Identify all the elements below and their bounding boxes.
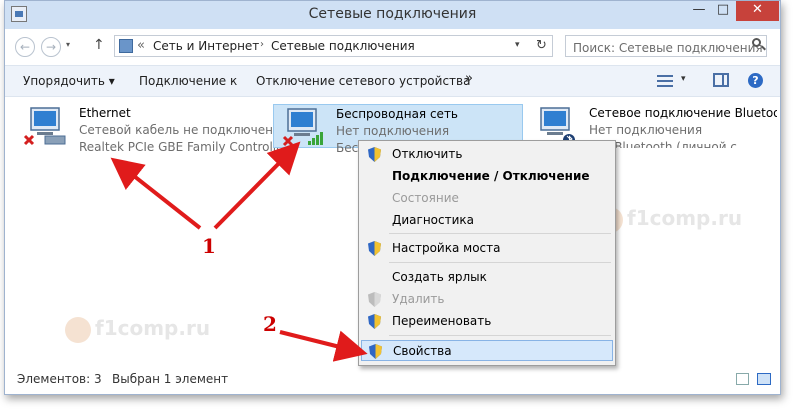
navigation-bar: ← → ▾ ↑ « Сеть и Интернет › Сетевые подк…	[5, 32, 780, 62]
details-view-icon[interactable]	[736, 373, 749, 385]
menu-item-rename[interactable]: Переименовать	[361, 311, 613, 332]
control-panel-icon	[119, 39, 133, 53]
connection-ethernet[interactable]: Ethernet Сетевой кабель не подключен Rea…	[17, 104, 288, 154]
menu-separator	[389, 335, 611, 336]
watermark-text: f1comp.ru	[627, 206, 743, 230]
menu-item-label: Состояние	[392, 191, 459, 205]
menu-item-label: Удалить	[392, 292, 445, 306]
command-bar: Упорядочить ▾ Подключение к Отключение с…	[5, 65, 780, 97]
watermark: f1comp.ru	[597, 206, 742, 233]
menu-item-status[interactable]: Состояние	[361, 188, 613, 209]
menu-item-delete[interactable]: Удалить	[361, 289, 613, 310]
menu-separator	[389, 233, 611, 234]
address-dropdown-icon[interactable]: ▾	[515, 40, 520, 50]
up-button[interactable]: ↑	[93, 37, 105, 53]
connection-status: Нет подключения	[589, 123, 703, 137]
organize-button[interactable]: Упорядочить ▾	[23, 74, 115, 88]
menu-item-label: Подключение / Отключение	[392, 169, 590, 183]
breadcrumb-network-connections[interactable]: Сетевые подключения	[271, 39, 415, 53]
uac-shield-icon	[369, 344, 382, 359]
uac-shield-icon	[368, 241, 381, 256]
search-icon[interactable]	[752, 38, 761, 47]
window-title: Сетевые подключения	[308, 6, 477, 22]
menu-item-label: Создать ярлык	[392, 270, 487, 284]
menu-item-properties[interactable]: Свойства	[361, 340, 613, 361]
recent-locations-button[interactable]: ▾	[66, 40, 70, 49]
help-icon[interactable]: ?	[748, 73, 763, 88]
callout-number-1: 1	[202, 234, 216, 258]
context-menu: Отключить Подключение / Отключение Состо…	[358, 140, 616, 366]
maximize-button[interactable]: □	[711, 1, 735, 21]
watermark: f1comp.ru	[65, 316, 210, 343]
selected-count: Выбран 1 элемент	[112, 372, 229, 386]
title-bar[interactable]: Сетевые подключения — □ ✕	[5, 1, 780, 29]
minimize-button[interactable]: —	[687, 1, 711, 21]
disable-device-button[interactable]: Отключение сетевого устройства	[256, 74, 470, 88]
uac-shield-icon	[368, 292, 381, 307]
connection-name: Ethernet	[79, 106, 131, 120]
address-overflow[interactable]: «	[137, 38, 145, 53]
refresh-icon[interactable]: ↻	[536, 38, 547, 53]
menu-item-label: Отключить	[392, 147, 463, 161]
menu-item-create-shortcut[interactable]: Создать ярлык	[361, 267, 613, 288]
menu-item-disable[interactable]: Отключить	[361, 144, 613, 165]
connect-to-button[interactable]: Подключение к	[139, 74, 237, 88]
address-bar[interactable]: « Сеть и Интернет › Сетевые подключения …	[114, 35, 553, 57]
search-input[interactable]	[565, 35, 767, 57]
item-count: Элементов: 3	[17, 372, 102, 386]
connection-status: Нет подключения	[336, 124, 450, 138]
menu-item-label: Диагностика	[392, 213, 475, 227]
view-options-icon[interactable]	[657, 74, 673, 88]
back-button[interactable]: ←	[15, 37, 35, 57]
large-icons-view-icon[interactable]	[757, 373, 771, 385]
menu-item-connect-disconnect[interactable]: Подключение / Отключение	[361, 166, 613, 187]
connection-device: Realtek PCIe GBE Family Controller	[79, 140, 289, 154]
uac-shield-icon	[368, 147, 381, 162]
watermark-logo-icon	[65, 316, 91, 343]
watermark-text: f1comp.ru	[95, 316, 211, 340]
close-button[interactable]: ✕	[736, 1, 779, 21]
connection-name: Сетевое подключение Bluetooth	[589, 106, 777, 120]
status-bar: Элементов: 3 Выбран 1 элемент	[5, 369, 780, 391]
callout-number-2: 2	[263, 312, 277, 336]
view-dropdown-icon[interactable]: ▾	[681, 74, 686, 84]
menu-separator	[389, 262, 611, 263]
menu-item-label: Свойства	[393, 344, 452, 358]
menu-item-label: Переименовать	[392, 314, 492, 328]
menu-item-diagnose[interactable]: Диагностика	[361, 210, 613, 231]
menu-item-label: Настройка моста	[392, 241, 501, 255]
forward-button[interactable]: →	[41, 37, 61, 57]
preview-pane-icon[interactable]	[713, 73, 729, 87]
chevron-right-icon[interactable]: ›	[260, 39, 264, 50]
ethernet-adapter-icon	[23, 107, 66, 146]
wireless-adapter-icon	[282, 108, 323, 147]
connection-name: Беспроводная сеть	[336, 107, 459, 121]
uac-shield-icon	[368, 314, 381, 329]
menu-item-bridge[interactable]: Настройка моста	[361, 238, 613, 259]
breadcrumb-network-internet[interactable]: Сеть и Интернет	[153, 39, 259, 53]
connection-status: Сетевой кабель не подключен	[79, 123, 273, 137]
more-commands-button[interactable]: »	[465, 71, 473, 86]
